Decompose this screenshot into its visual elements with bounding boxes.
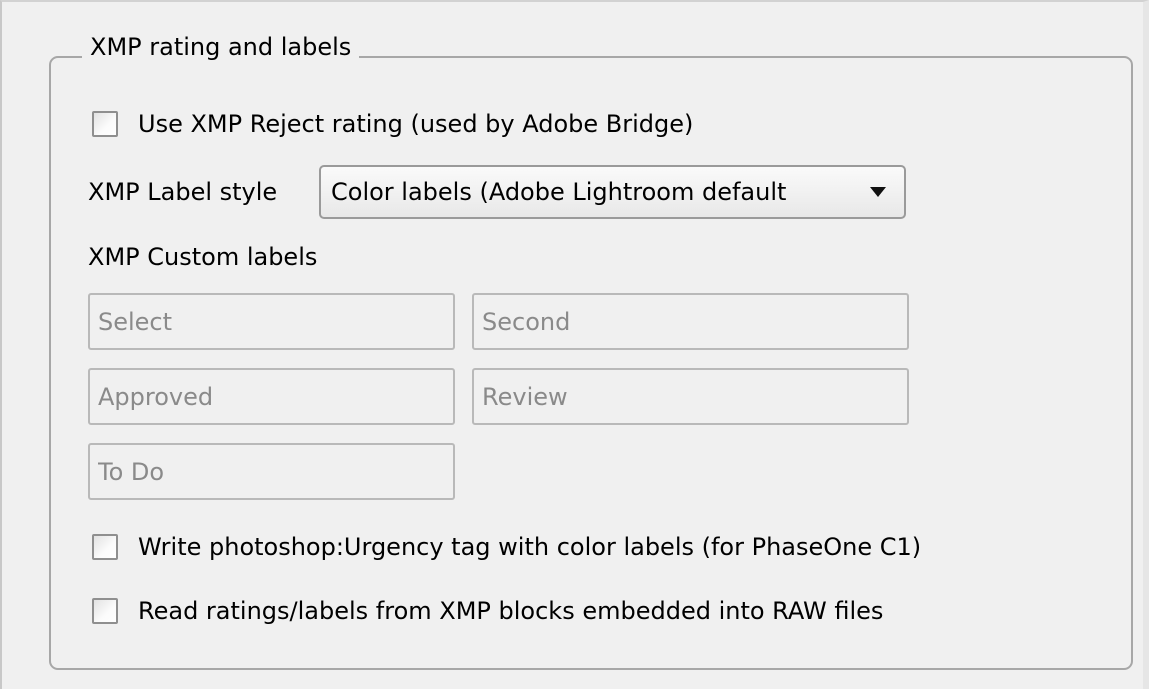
reject-rating-row[interactable]: Use XMP Reject rating (used by Adobe Bri… [92, 107, 693, 141]
group-title: XMP rating and labels [82, 27, 360, 67]
custom-label-field-3[interactable] [88, 368, 455, 425]
urgency-tag-checkbox[interactable] [92, 534, 118, 560]
custom-label-field-1[interactable] [88, 293, 455, 350]
raw-embedded-row[interactable]: Read ratings/labels from XMP blocks embe… [92, 594, 883, 628]
label-style-selected: Color labels (Adobe Lightroom default [331, 178, 787, 206]
urgency-tag-row[interactable]: Write photoshop:Urgency tag with color l… [92, 530, 921, 564]
urgency-tag-label: Write photoshop:Urgency tag with color l… [138, 533, 922, 561]
label-style-row: XMP Label style [88, 175, 277, 209]
chevron-down-icon[interactable] [870, 187, 886, 197]
raw-embedded-checkbox[interactable] [92, 598, 118, 624]
label-style-label: XMP Label style [88, 178, 278, 206]
custom-label-field-4[interactable] [472, 368, 909, 425]
custom-labels-heading-row: XMP Custom labels [88, 240, 317, 274]
custom-label-field-2[interactable] [472, 293, 909, 350]
xmp-group-box [49, 56, 1133, 670]
label-style-dropdown[interactable]: Color labels (Adobe Lightroom default [319, 165, 906, 219]
custom-label-field-5[interactable] [88, 443, 455, 500]
reject-rating-label: Use XMP Reject rating (used by Adobe Bri… [138, 110, 694, 138]
raw-embedded-label: Read ratings/labels from XMP blocks embe… [138, 597, 884, 625]
reject-rating-checkbox[interactable] [92, 111, 118, 137]
custom-labels-heading: XMP Custom labels [88, 243, 318, 271]
